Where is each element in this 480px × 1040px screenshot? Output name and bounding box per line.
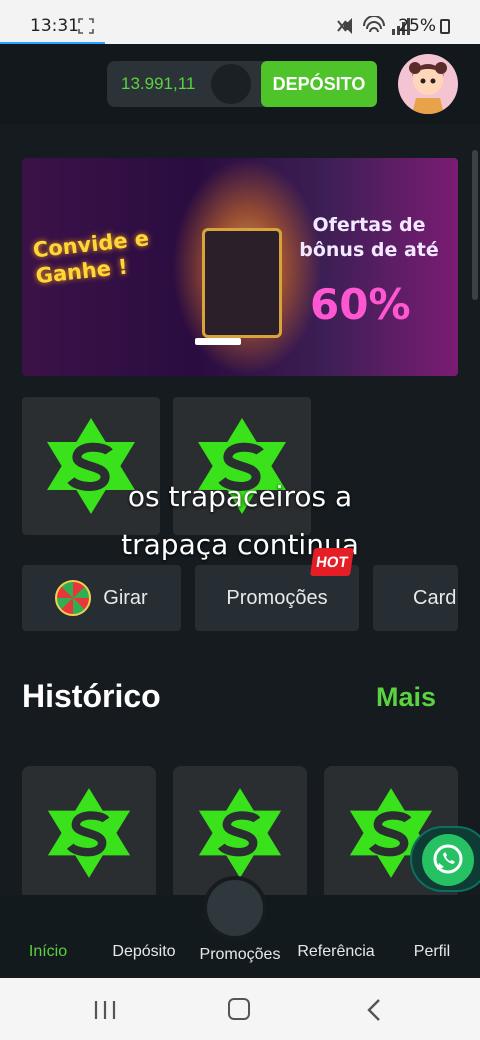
promotions-label: Promoções <box>226 586 328 609</box>
history-game-tile[interactable] <box>22 766 156 900</box>
avatar-girl-icon <box>409 62 447 114</box>
nav-home[interactable]: Início <box>0 943 96 961</box>
card-label: Card <box>413 586 457 609</box>
refresh-balance-button[interactable] <box>211 64 251 104</box>
battery-icon <box>440 19 450 34</box>
banner-percent: 60% <box>310 280 411 329</box>
nav-referral[interactable]: Referência <box>288 943 384 961</box>
prize-wheel-icon <box>55 580 92 616</box>
screenshot-icon <box>78 18 94 34</box>
wallet-bar: 13.991,11 DEPÓSITO <box>107 61 377 107</box>
spin-label: Girar <box>103 586 148 609</box>
overlay-caption-line-1: os trapaceiros a <box>127 480 353 513</box>
recents-icon[interactable] <box>94 1000 116 1020</box>
card-button[interactable]: Card <box>373 565 458 631</box>
history-title: Histórico <box>22 678 161 714</box>
dollar-star-logo-icon <box>198 788 282 878</box>
whatsapp-icon <box>422 834 474 886</box>
banner-pagination-dot[interactable] <box>195 338 241 345</box>
status-time: 13:31 <box>30 16 79 36</box>
nav-deposit[interactable]: Depósito <box>96 943 192 961</box>
whatsapp-button[interactable] <box>410 826 480 892</box>
app-header: 13.991,11 DEPÓSITO <box>0 44 480 124</box>
history-more-link[interactable]: Mais <box>376 682 436 713</box>
status-bar: 13:31 25% <box>0 0 480 44</box>
balance-amount: 13.991,11 <box>121 74 196 93</box>
spin-button[interactable]: Girar <box>22 565 181 631</box>
home-icon[interactable] <box>228 998 250 1020</box>
avatar[interactable] <box>398 54 458 114</box>
hot-badge: HOT <box>310 548 354 576</box>
promotions-center-button[interactable] <box>203 876 267 940</box>
nav-promotions[interactable]: Promoções <box>192 946 288 964</box>
nav-profile[interactable]: Perfil <box>384 943 480 961</box>
system-navigation-bar <box>0 978 480 1040</box>
battery-percent: 25% <box>398 16 436 36</box>
slot-machine-image <box>202 228 282 338</box>
banner-invite-text: Convide e Ganhe ! <box>31 226 151 289</box>
deposit-button[interactable]: DEPÓSITO <box>261 61 377 107</box>
banner-bonus-text: Ofertas de bônus de até <box>299 214 439 261</box>
scrollbar-thumb[interactable] <box>472 150 478 300</box>
promo-banner[interactable]: Convide e Ganhe ! Ofertas de bônus de at… <box>22 158 458 376</box>
game-tile[interactable] <box>22 397 160 535</box>
overlay-caption-line-2: trapaça continua <box>121 528 359 561</box>
back-icon[interactable] <box>366 998 382 1022</box>
dollar-star-logo-icon <box>47 788 131 878</box>
game-tile[interactable] <box>173 397 311 535</box>
